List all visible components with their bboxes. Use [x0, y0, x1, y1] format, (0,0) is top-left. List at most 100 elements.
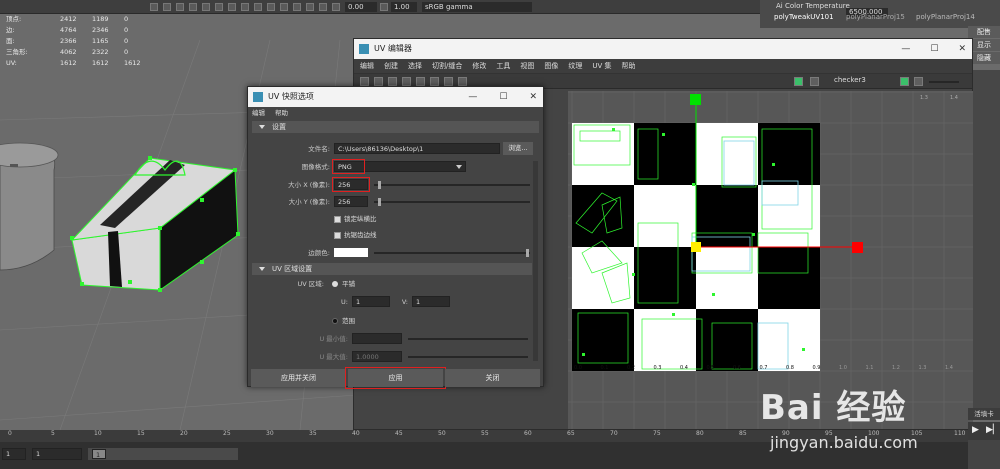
u-min-input[interactable]	[352, 333, 402, 344]
dialog-scrollbar[interactable]	[533, 161, 538, 361]
range-bar-slider[interactable]	[88, 448, 238, 460]
section-uv-range[interactable]: UV 区域设置	[252, 263, 532, 275]
chevron-down-icon[interactable]	[456, 165, 462, 169]
dialog-titlebar[interactable]: UV 快照选项 — ☐ ✕	[248, 87, 543, 107]
size-x-slider[interactable]	[374, 184, 530, 186]
edge-color-label: 边颜色:	[308, 249, 330, 257]
timeline-tick-label: 50	[438, 430, 446, 437]
hud-icon[interactable]	[267, 3, 275, 11]
u-max-input[interactable]: 1.0000	[352, 351, 402, 362]
u-min-slider[interactable]	[408, 338, 528, 340]
lock-aspect-label: 锁定纵横比	[344, 215, 377, 223]
exposure-icon[interactable]	[914, 77, 923, 86]
timeline-tick-label: 30	[266, 430, 274, 437]
display-image-icon[interactable]	[794, 77, 803, 86]
browse-button[interactable]: 浏览...	[503, 142, 533, 155]
uv-menu-item[interactable]: 图像	[544, 59, 558, 73]
shadow-icon[interactable]	[202, 3, 210, 11]
dof-icon[interactable]	[293, 3, 301, 11]
color-space-select[interactable]: sRGB gamma	[422, 2, 532, 12]
maximize-icon[interactable]: ☐	[930, 39, 938, 59]
shaded-icon[interactable]	[163, 3, 171, 11]
grid-icon[interactable]	[254, 3, 262, 11]
snap-icon[interactable]	[430, 77, 439, 86]
next-frame-icon[interactable]: ▶▏	[986, 425, 1000, 435]
apply-and-close-button[interactable]: 应用并关闭	[251, 369, 346, 387]
tab-poly-planar-proj15[interactable]: polyPlanarProj15	[846, 13, 905, 21]
wireframe-icon[interactable]	[150, 3, 158, 11]
gamma-field[interactable]: 1.00	[391, 2, 417, 12]
uv-menu-item[interactable]: UV 集	[592, 59, 611, 73]
exposure-icon[interactable]	[332, 3, 340, 11]
isolate-icon[interactable]	[228, 3, 236, 11]
edge-color-slider[interactable]	[374, 252, 530, 254]
antialias-checkbox[interactable]	[334, 232, 341, 239]
xray-icon[interactable]	[215, 3, 223, 11]
uv-axis-label: 1.1	[866, 365, 874, 371]
uv-menu-item[interactable]: 选择	[408, 59, 422, 73]
size-y-slider[interactable]	[374, 201, 530, 203]
uv-texture-canvas[interactable]: 0.0 0.1 0.2 0.3 0.4 0.5 0.6 0.7 0.8 0.9 1.0 1.1 1.2 1…	[568, 91, 973, 429]
size-y-input[interactable]: 256	[334, 196, 368, 207]
uv-menu-item[interactable]: 编辑	[360, 59, 374, 73]
menu-edit[interactable]: 编辑	[252, 107, 265, 119]
uv-menu-item[interactable]: 创建	[384, 59, 398, 73]
stat-row: UV: 1612 1612 1612	[6, 58, 156, 69]
size-x-slider-knob[interactable]	[378, 181, 381, 189]
uv-menu-item[interactable]: 修改	[472, 59, 486, 73]
edge-color-slider-knob[interactable]	[526, 249, 529, 257]
uv-editor-titlebar[interactable]: UV 编辑器 — ☐ ✕	[354, 39, 972, 59]
checker-icon[interactable]	[810, 77, 819, 86]
dialog-body: 设置 文件名: C:\Users\86136\Desktop\1 浏览... 图…	[248, 121, 543, 376]
scale-tool-icon[interactable]	[402, 77, 411, 86]
motion-blur-icon[interactable]	[306, 3, 314, 11]
move-tool-icon[interactable]	[374, 77, 383, 86]
section-settings[interactable]: 设置	[252, 121, 539, 133]
aa-icon[interactable]	[280, 3, 288, 11]
minimize-icon[interactable]: —	[901, 39, 910, 59]
size-y-slider-knob[interactable]	[378, 198, 381, 206]
uv-menu-item[interactable]: 纹理	[568, 59, 582, 73]
end-frame-field[interactable]: 1	[92, 449, 106, 459]
u-max-slider[interactable]	[408, 356, 528, 358]
texture-icon[interactable]	[176, 3, 184, 11]
lock-aspect-checkbox[interactable]	[334, 216, 341, 223]
gamma-icon[interactable]	[380, 3, 388, 11]
exposure-slider[interactable]	[929, 81, 959, 83]
rotate-tool-icon[interactable]	[388, 77, 397, 86]
config-button[interactable]: 配售	[968, 26, 1000, 38]
uv-menu-item[interactable]: 工具	[496, 59, 510, 73]
menu-help[interactable]: 帮助	[275, 107, 288, 119]
radio-range-label: 范围	[342, 317, 355, 325]
close-button[interactable]: 关闭	[445, 369, 540, 387]
tab-poly-tweak-uv[interactable]: polyTweakUV101	[774, 13, 834, 21]
v-input[interactable]: 1	[412, 296, 450, 307]
camera-icon[interactable]	[241, 3, 249, 11]
ao-icon[interactable]	[319, 3, 327, 11]
uv-menu-item[interactable]: 帮助	[622, 59, 636, 73]
soft-select-icon[interactable]	[416, 77, 425, 86]
close-icon[interactable]: ✕	[529, 87, 537, 107]
start-frame-field[interactable]: 1	[2, 448, 26, 460]
edge-color-swatch[interactable]	[334, 248, 368, 257]
light-icon[interactable]	[189, 3, 197, 11]
maximize-icon[interactable]: ☐	[499, 87, 507, 107]
shader-icon[interactable]	[900, 77, 909, 86]
baidu-watermark: Bai 经验 jingyan.baidu.com	[760, 380, 980, 465]
radio-tile[interactable]	[332, 281, 338, 287]
radio-range[interactable]	[332, 318, 338, 324]
file-name-input[interactable]: C:\Users\86136\Desktop\1	[334, 143, 500, 154]
uv-shell-icon[interactable]	[444, 77, 453, 86]
tab-poly-planar-proj14[interactable]: polyPlanarProj14	[916, 13, 975, 21]
current-frame-field[interactable]: 1	[32, 448, 82, 460]
timeline-tick-label: 5	[51, 430, 55, 437]
u-input[interactable]: 1	[352, 296, 390, 307]
select-tool-icon[interactable]	[360, 77, 369, 86]
texture-selector[interactable]: checker3	[834, 76, 866, 84]
uv-menu-item[interactable]: 视图	[520, 59, 534, 73]
close-icon[interactable]: ✕	[958, 39, 966, 59]
flip-icon[interactable]	[458, 77, 467, 86]
minimize-icon[interactable]: —	[468, 87, 477, 107]
uv-menu-item[interactable]: 切割/缝合	[432, 59, 462, 73]
exposure-field[interactable]: 0.00	[345, 2, 377, 12]
